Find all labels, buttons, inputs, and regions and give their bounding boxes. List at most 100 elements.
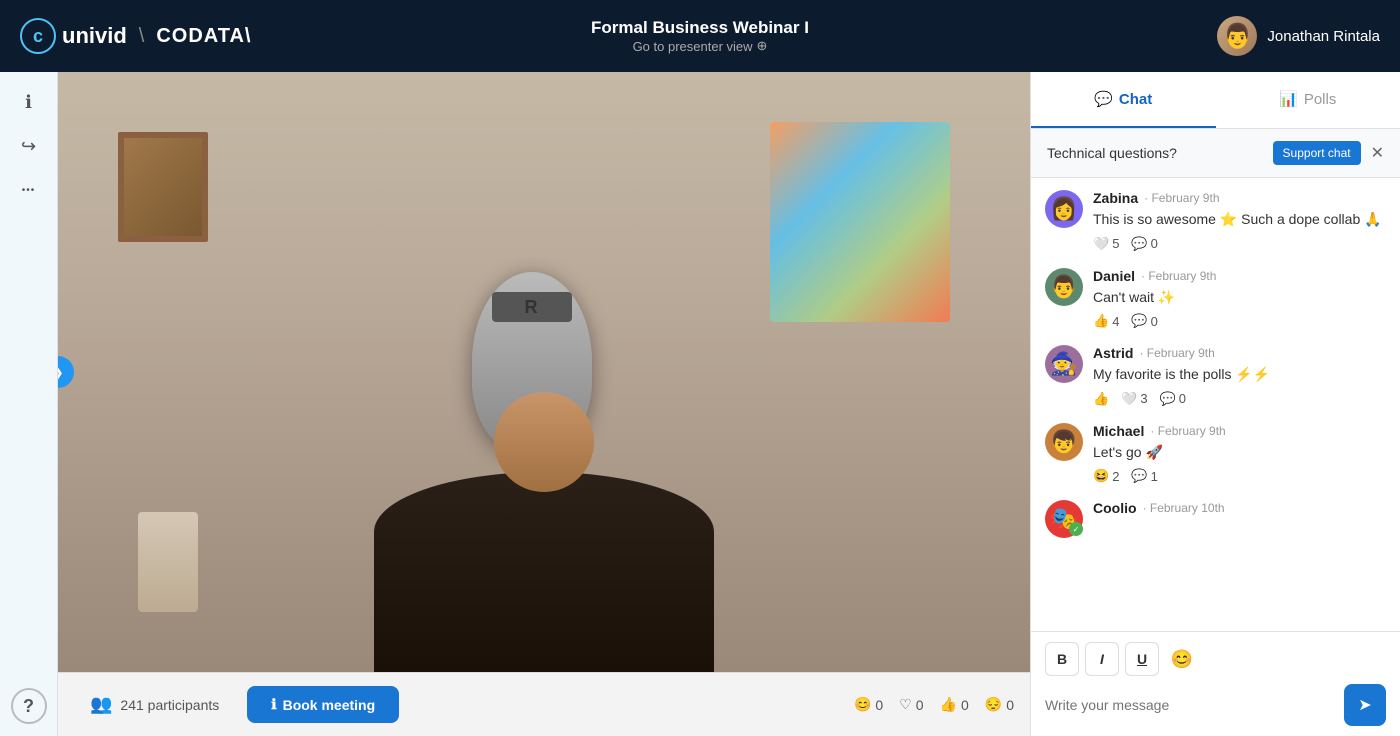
polls-tab[interactable]: 📊 Polls bbox=[1216, 72, 1400, 128]
sad-reaction-count[interactable]: 😔 0 bbox=[985, 696, 1014, 713]
book-meeting-icon: ℹ bbox=[271, 696, 276, 713]
astrid-avatar: 🧙 bbox=[1045, 345, 1083, 383]
chat-input-area: B I U 😊 ➤ bbox=[1031, 631, 1400, 736]
chat-messages: 👩 Zabina · February 9th This is so aweso… bbox=[1031, 178, 1400, 631]
daniel-comment-reaction[interactable]: 💬 0 bbox=[1131, 313, 1157, 329]
univid-logo: ᴄ univid bbox=[20, 18, 127, 54]
coolio-message-content: Coolio · February 10th bbox=[1093, 500, 1386, 538]
participants-count: 241 participants bbox=[120, 697, 219, 713]
participants-icon: 👥 bbox=[90, 694, 112, 715]
zabina-comment-reaction[interactable]: 💬 0 bbox=[1131, 236, 1157, 252]
daniel-time: · February 9th bbox=[1141, 269, 1216, 283]
send-button[interactable]: ➤ bbox=[1344, 684, 1386, 726]
underline-button[interactable]: U bbox=[1125, 642, 1159, 676]
chat-message-astrid: 🧙 Astrid · February 9th My favorite is t… bbox=[1045, 345, 1386, 407]
presenter-link-icon: ⊕ bbox=[757, 38, 768, 54]
tech-questions-label: Technical questions? bbox=[1047, 145, 1177, 161]
astrid-heart-reaction[interactable]: 🤍 3 bbox=[1121, 391, 1147, 407]
michael-laugh-reaction[interactable]: 😆 2 bbox=[1093, 468, 1119, 484]
zabina-reactions: 🤍 5 💬 0 bbox=[1093, 236, 1386, 252]
thumbsup-icon: 👍 bbox=[1093, 391, 1109, 407]
heart-icon: 🤍 bbox=[1121, 391, 1137, 407]
michael-name: Michael bbox=[1093, 423, 1144, 439]
thumbsup-reaction-count[interactable]: 👍 0 bbox=[940, 696, 969, 713]
daniel-avatar: 👨 bbox=[1045, 268, 1083, 306]
header-right: 👨 Jonathan Rintala bbox=[1217, 16, 1380, 56]
presenter-link[interactable]: Go to presenter view ⊕ bbox=[591, 38, 809, 54]
chat-message-input[interactable] bbox=[1045, 697, 1336, 713]
chat-input-row: ➤ bbox=[1045, 684, 1386, 726]
polls-tab-label: Polls bbox=[1304, 91, 1337, 108]
coolio-avatar-wrap: 🎭 ✓ bbox=[1045, 500, 1083, 538]
sad-icon: 😔 bbox=[985, 696, 1002, 713]
reaction-counts: 😊 0 ♡ 0 👍 0 😔 0 bbox=[854, 696, 1014, 713]
zabina-message-content: Zabina · February 9th This is so awesome… bbox=[1093, 190, 1386, 252]
astrid-time: · February 9th bbox=[1139, 346, 1214, 360]
astrid-text: My favorite is the polls ⚡⚡ bbox=[1093, 365, 1386, 385]
heart-count: 5 bbox=[1112, 236, 1119, 251]
chat-message-daniel: 👨 Daniel · February 9th Can't wait ✨ 👍 4 bbox=[1045, 268, 1386, 330]
video-bottom-bar: 👥 241 participants ℹ Book meeting 😊 0 ♡ … bbox=[58, 672, 1030, 736]
comment-count: 1 bbox=[1151, 469, 1158, 484]
partner-logo: CODATA\ bbox=[156, 25, 251, 48]
coolio-verified-badge: ✓ bbox=[1069, 522, 1083, 536]
astrid-thumbsup-reaction[interactable]: 👍 bbox=[1093, 391, 1109, 407]
book-meeting-button[interactable]: ℹ Book meeting bbox=[247, 686, 399, 723]
heart-count: 3 bbox=[1140, 391, 1147, 406]
astrid-comment-reaction[interactable]: 💬 0 bbox=[1160, 391, 1186, 407]
michael-reactions: 😆 2 💬 1 bbox=[1093, 468, 1386, 484]
user-avatar[interactable]: 👨 bbox=[1217, 16, 1257, 56]
comment-icon: 💬 bbox=[1160, 391, 1176, 407]
bold-button[interactable]: B bbox=[1045, 642, 1079, 676]
user-name: Jonathan Rintala bbox=[1267, 28, 1380, 45]
help-icon[interactable]: ? bbox=[11, 688, 47, 724]
astrid-reactions: 👍 🤍 3 💬 0 bbox=[1093, 391, 1386, 407]
coolio-time: · February 10th bbox=[1143, 501, 1225, 515]
chat-message-zabina: 👩 Zabina · February 9th This is so aweso… bbox=[1045, 190, 1386, 252]
zabina-text: This is so awesome ⭐ Such a dope collab … bbox=[1093, 210, 1386, 230]
astrid-msg-header: Astrid · February 9th bbox=[1093, 345, 1386, 361]
polls-tab-icon: 📊 bbox=[1279, 90, 1298, 108]
chat-tab-icon: 💬 bbox=[1094, 90, 1113, 108]
zabina-heart-reaction[interactable]: 🤍 5 bbox=[1093, 236, 1119, 252]
michael-msg-header: Michael · February 9th bbox=[1093, 423, 1386, 439]
emoji-icon: 😊 bbox=[854, 696, 871, 713]
share-icon[interactable]: ↪ bbox=[11, 128, 47, 164]
chat-message-michael: 👦 Michael · February 9th Let's go 🚀 😆 2 bbox=[1045, 423, 1386, 485]
logo-text: univid bbox=[62, 23, 127, 49]
zabina-name: Zabina bbox=[1093, 190, 1138, 206]
daniel-msg-header: Daniel · February 9th bbox=[1093, 268, 1386, 284]
close-banner-button[interactable]: ✕ bbox=[1371, 143, 1384, 163]
daniel-thumbsup-reaction[interactable]: 👍 4 bbox=[1093, 313, 1119, 329]
panel-tabs: 💬 Chat 📊 Polls bbox=[1031, 72, 1400, 129]
header-left: ᴄ univid \ CODATA\ bbox=[20, 18, 251, 54]
thumbsup-icon: 👍 bbox=[1093, 313, 1109, 329]
chat-message-coolio: 🎭 ✓ Coolio · February 10th bbox=[1045, 500, 1386, 538]
more-icon[interactable]: ••• bbox=[11, 172, 47, 208]
chat-tab-label: Chat bbox=[1119, 91, 1152, 108]
thumbsup-icon: 👍 bbox=[940, 696, 957, 713]
zabina-time: · February 9th bbox=[1144, 191, 1219, 205]
main-layout: ℹ ↪ ••• ? R bbox=[0, 72, 1400, 736]
daniel-name: Daniel bbox=[1093, 268, 1135, 284]
zabina-avatar: 👩 bbox=[1045, 190, 1083, 228]
michael-avatar: 👦 bbox=[1045, 423, 1083, 461]
emoji-reaction-count[interactable]: 😊 0 bbox=[854, 696, 883, 713]
chat-tab[interactable]: 💬 Chat bbox=[1031, 72, 1216, 128]
info-icon[interactable]: ℹ bbox=[11, 84, 47, 120]
participants-button[interactable]: 👥 241 participants bbox=[74, 686, 235, 723]
comment-count: 0 bbox=[1151, 314, 1158, 329]
support-chat-button[interactable]: Support chat bbox=[1273, 141, 1361, 165]
emoji-picker-button[interactable]: 😊 bbox=[1165, 642, 1199, 676]
italic-button[interactable]: I bbox=[1085, 642, 1119, 676]
comment-icon: 💬 bbox=[1131, 313, 1147, 329]
header-center: Formal Business Webinar I Go to presente… bbox=[591, 18, 809, 54]
heart-reaction-count[interactable]: ♡ 0 bbox=[899, 696, 923, 713]
laugh-icon: 😆 bbox=[1093, 468, 1109, 484]
michael-time: · February 9th bbox=[1150, 424, 1225, 438]
heart-icon: 🤍 bbox=[1093, 236, 1109, 252]
logo-icon: ᴄ bbox=[20, 18, 56, 54]
video-container: R ❯ bbox=[58, 72, 1030, 672]
laugh-count: 2 bbox=[1112, 469, 1119, 484]
michael-comment-reaction[interactable]: 💬 1 bbox=[1131, 468, 1157, 484]
